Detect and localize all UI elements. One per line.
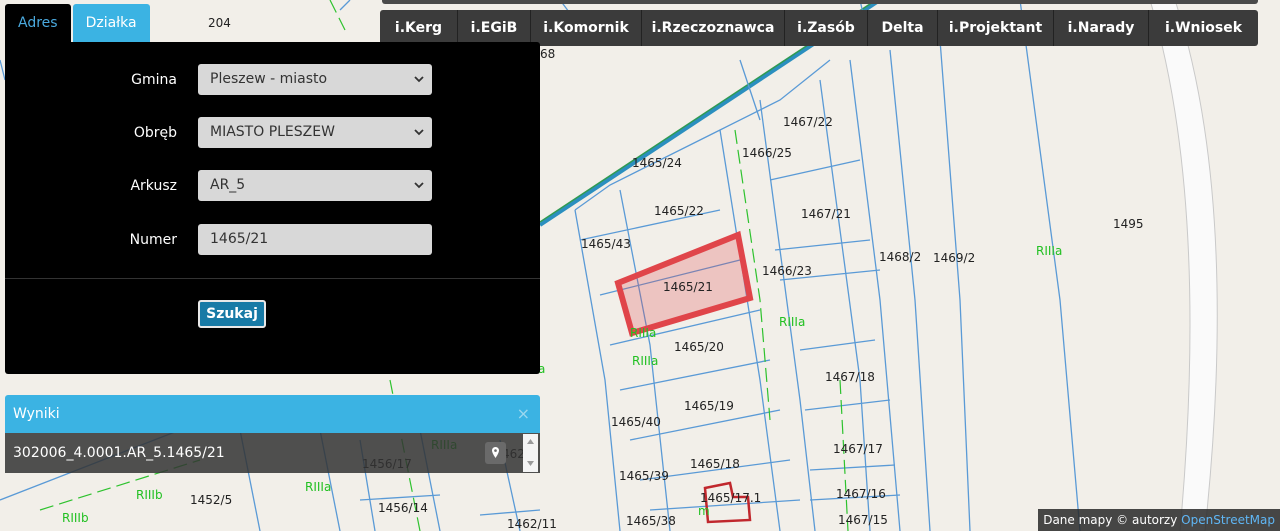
- attribution-text: Dane mapy © autorzy: [1043, 513, 1182, 527]
- parcel-label: 1465/43: [581, 237, 631, 251]
- numer-input[interactable]: 1465/21: [198, 224, 432, 255]
- arkusz-value: AR_5: [210, 177, 246, 193]
- parcel-label: 1456/14: [378, 501, 428, 515]
- parcel-label: 1465/19: [684, 399, 734, 413]
- parcel-label: 1452/5: [190, 493, 232, 507]
- parcel-label: 1467/21: [801, 207, 851, 221]
- soil-class-label: RIIIa: [630, 326, 656, 340]
- soil-class-label: RIIIb: [136, 488, 163, 502]
- map-attribution: Dane mapy © autorzy OpenStreetMap: [1038, 509, 1280, 531]
- parcel-label: 1465/18: [690, 457, 740, 471]
- numer-row: Numer 1465/21: [5, 224, 540, 256]
- parcel-label: 1465/40: [611, 415, 661, 429]
- chevron-down-icon: [414, 76, 424, 83]
- tab-dzialka[interactable]: Działka: [72, 4, 150, 42]
- menu-item-zasob[interactable]: i.Zasób: [785, 10, 868, 46]
- menu-item-egib[interactable]: i.EGiB: [458, 10, 531, 46]
- parcel-label: 204: [208, 16, 231, 30]
- obreb-label: Obręb: [133, 125, 177, 141]
- menu-item-projektant[interactable]: i.Projektant: [938, 10, 1054, 46]
- parcel-label: 1466/23: [762, 264, 812, 278]
- parcel-label: 1465/38: [626, 514, 676, 528]
- parcel-label: 1468/2: [879, 250, 921, 264]
- parcel-label: 1467/22: [783, 115, 833, 129]
- osm-link[interactable]: OpenStreetMap: [1181, 513, 1275, 527]
- parcel-label: 1465/17.1: [700, 491, 761, 505]
- menu-item-narady[interactable]: i.Narady: [1054, 10, 1149, 46]
- parcel-label: 1465/20: [674, 340, 724, 354]
- soil-class-label: RIIIa: [632, 354, 658, 368]
- parcel-label: 1465/39: [619, 469, 669, 483]
- soil-class-label: RIIIa: [305, 480, 331, 494]
- arkusz-select[interactable]: AR_5: [198, 170, 432, 201]
- parcel-label: 1465/21: [663, 280, 713, 294]
- close-icon[interactable]: ×: [517, 395, 530, 433]
- chevron-down-icon: [414, 182, 424, 189]
- menu-item-rzeczoznawca[interactable]: i.Rzeczoznawca: [642, 10, 785, 46]
- parcel-label: 1467/15: [838, 513, 888, 527]
- results-title: Wyniki: [13, 406, 60, 422]
- parcel-label: 1465/22: [654, 204, 704, 218]
- scroll-arrows-icon: [527, 439, 534, 466]
- menu-item-kerg[interactable]: i.Kerg: [380, 10, 458, 46]
- results-list: 302006_4.0001.AR_5.1465/21: [5, 433, 540, 473]
- soil-class-label: RIIIa: [1036, 244, 1062, 258]
- obreb-value: MIASTO PLESZEW: [210, 124, 335, 140]
- gmina-row: Gmina Pleszew - miasto: [5, 64, 540, 96]
- menu-item-delta[interactable]: Delta: [868, 10, 938, 46]
- menu-item-komornik[interactable]: i.Komornik: [531, 10, 642, 46]
- gmina-label: Gmina: [131, 72, 177, 88]
- numer-label: Numer: [129, 232, 177, 248]
- obreb-select[interactable]: MIASTO PLESZEW: [198, 117, 432, 148]
- result-item[interactable]: 302006_4.0001.AR_5.1465/21: [13, 433, 225, 473]
- arkusz-label: Arkusz: [130, 178, 177, 194]
- parcel-label: 1465/24: [632, 156, 682, 170]
- gmina-value: Pleszew - miasto: [210, 71, 328, 87]
- panel-divider: [5, 278, 540, 279]
- search-tabs: Adres Działka: [5, 4, 150, 42]
- search-button[interactable]: Szukaj: [198, 300, 266, 328]
- results-scrollbar[interactable]: [523, 434, 538, 472]
- top-menu: i.Kerg i.EGiB i.Komornik i.Rzeczoznawca …: [380, 10, 1258, 46]
- search-panel: Gmina Pleszew - miasto Obręb MIASTO PLES…: [5, 42, 540, 374]
- location-pin-button[interactable]: [485, 442, 506, 464]
- results-header: Wyniki ×: [5, 395, 540, 433]
- parcel-label: 68: [540, 47, 555, 61]
- parcel-label: 1467/18: [825, 370, 875, 384]
- chevron-down-icon: [414, 129, 424, 136]
- soil-class-label: RIIIa: [779, 315, 805, 329]
- menu-item-wniosek[interactable]: i.Wniosek: [1149, 10, 1258, 46]
- arkusz-row: Arkusz AR_5: [5, 170, 540, 202]
- parcel-label: 1467/17: [833, 442, 883, 456]
- parcel-label: 1466/25: [742, 146, 792, 160]
- soil-class-label: RIIIb: [62, 511, 89, 525]
- top-menu-strip: [382, 0, 1258, 4]
- parcel-label: 1467/16: [836, 487, 886, 501]
- parcel-label: 1495: [1113, 217, 1144, 231]
- parcel-label: 1462/11: [507, 517, 557, 531]
- obreb-row: Obręb MIASTO PLESZEW: [5, 117, 540, 149]
- tab-adres[interactable]: Adres: [5, 4, 71, 42]
- parcel-label: 1469/2: [933, 251, 975, 265]
- soil-class-label: m: [698, 504, 710, 518]
- map-pin-icon: [492, 447, 499, 458]
- gmina-select[interactable]: Pleszew - miasto: [198, 64, 432, 95]
